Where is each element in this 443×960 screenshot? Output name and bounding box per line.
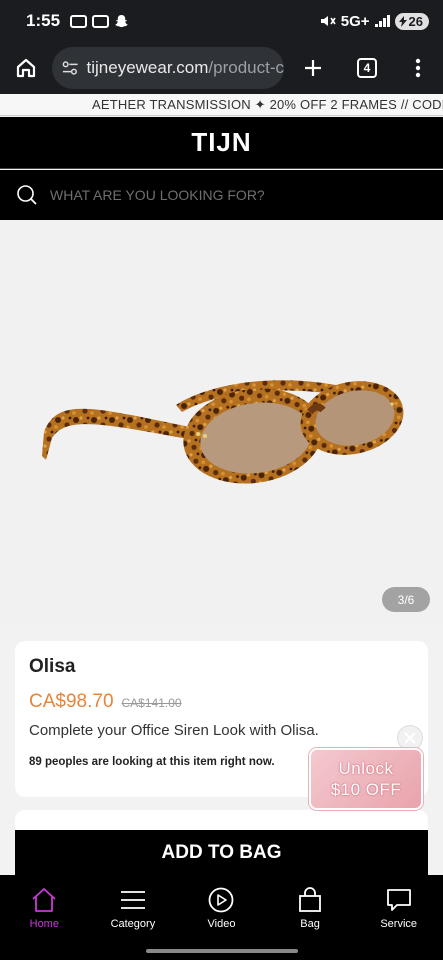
url-text: tijneyewear.com/product-c: [87, 58, 284, 78]
status-time: 1:55: [26, 11, 61, 30]
new-tab-button[interactable]: [284, 42, 342, 94]
network-type: 5G+: [340, 12, 370, 30]
browser-toolbar: tijneyewear.com/product-c 4: [0, 42, 443, 94]
product-image[interactable]: [0, 220, 443, 626]
image-counter: 3/6: [382, 587, 430, 612]
product-name: Olisa: [29, 656, 76, 677]
nav-home[interactable]: Home: [0, 875, 89, 960]
nav-service[interactable]: Service: [354, 875, 443, 960]
screenshot-icon: [92, 14, 110, 28]
mute-icon: [320, 16, 336, 26]
unlock-line-1: Unlock: [338, 759, 394, 778]
notification-icons: [70, 14, 129, 29]
address-bar[interactable]: tijneyewear.com/product-c: [52, 47, 284, 89]
more-vert-icon: [415, 58, 420, 78]
add-to-bag-button[interactable]: ADD TO BAG: [15, 830, 428, 875]
price-row: CA$98.70 CA$141.00: [29, 691, 414, 713]
nav-bag[interactable]: Bag: [266, 875, 355, 960]
close-icon: [404, 732, 416, 744]
url-path: /product-c: [208, 58, 284, 77]
search-input[interactable]: [50, 187, 410, 203]
search-bar: [0, 170, 443, 220]
browser-home-button[interactable]: [0, 42, 52, 94]
announcement-bar[interactable]: AETHER TRANSMISSION ✦ 20% OFF 2 FRAMES /…: [0, 94, 443, 116]
site-header: TIJN: [0, 117, 443, 169]
chat-icon: [386, 889, 411, 911]
nav-video-label: Video: [207, 918, 236, 930]
status-bar: 1:55 5G+ 26: [0, 0, 443, 42]
nav-bag-label: Bag: [300, 918, 320, 930]
browser-menu-button[interactable]: [392, 42, 443, 94]
unlock-discount-badge[interactable]: Unlock $10 OFF: [309, 748, 423, 810]
plus-icon: [305, 60, 321, 76]
nav-video[interactable]: Video: [177, 875, 266, 960]
nav-category[interactable]: Category: [89, 875, 178, 960]
signal-icon: [374, 15, 390, 27]
url-domain: tijneyewear.com: [86, 58, 209, 77]
system-status: 5G+ 26: [320, 12, 429, 30]
tab-switcher-button[interactable]: 4: [342, 42, 392, 94]
product-description: Complete your Office Siren Look with Oli…: [29, 722, 319, 739]
sale-price: CA$98.70: [29, 691, 114, 712]
site-settings-icon[interactable]: [62, 60, 79, 76]
search-icon[interactable]: [16, 184, 38, 206]
sunglasses-image: [42, 380, 404, 484]
original-price: CA$141.00: [121, 696, 182, 710]
battery-indicator: 26: [394, 12, 429, 30]
play-icon: [209, 887, 234, 913]
nav-service-label: Service: [380, 918, 418, 930]
message-icon: [70, 14, 88, 28]
charging-icon: [398, 15, 407, 27]
home-indicator[interactable]: [146, 949, 298, 953]
site-logo[interactable]: TIJN: [191, 127, 251, 158]
tab-count: 4: [357, 58, 377, 78]
bag-icon: [299, 887, 321, 912]
nav-home-label: Home: [29, 918, 59, 930]
bottom-navigation: Home Category Video Bag Service: [0, 875, 443, 960]
nav-category-label: Category: [110, 918, 156, 930]
house-icon: [32, 888, 56, 912]
snapchat-icon: [115, 14, 128, 27]
home-icon: [16, 58, 36, 78]
menu-icon: [120, 891, 145, 909]
unlock-line-2: $10 OFF: [330, 780, 402, 799]
battery-level: 26: [408, 13, 423, 29]
